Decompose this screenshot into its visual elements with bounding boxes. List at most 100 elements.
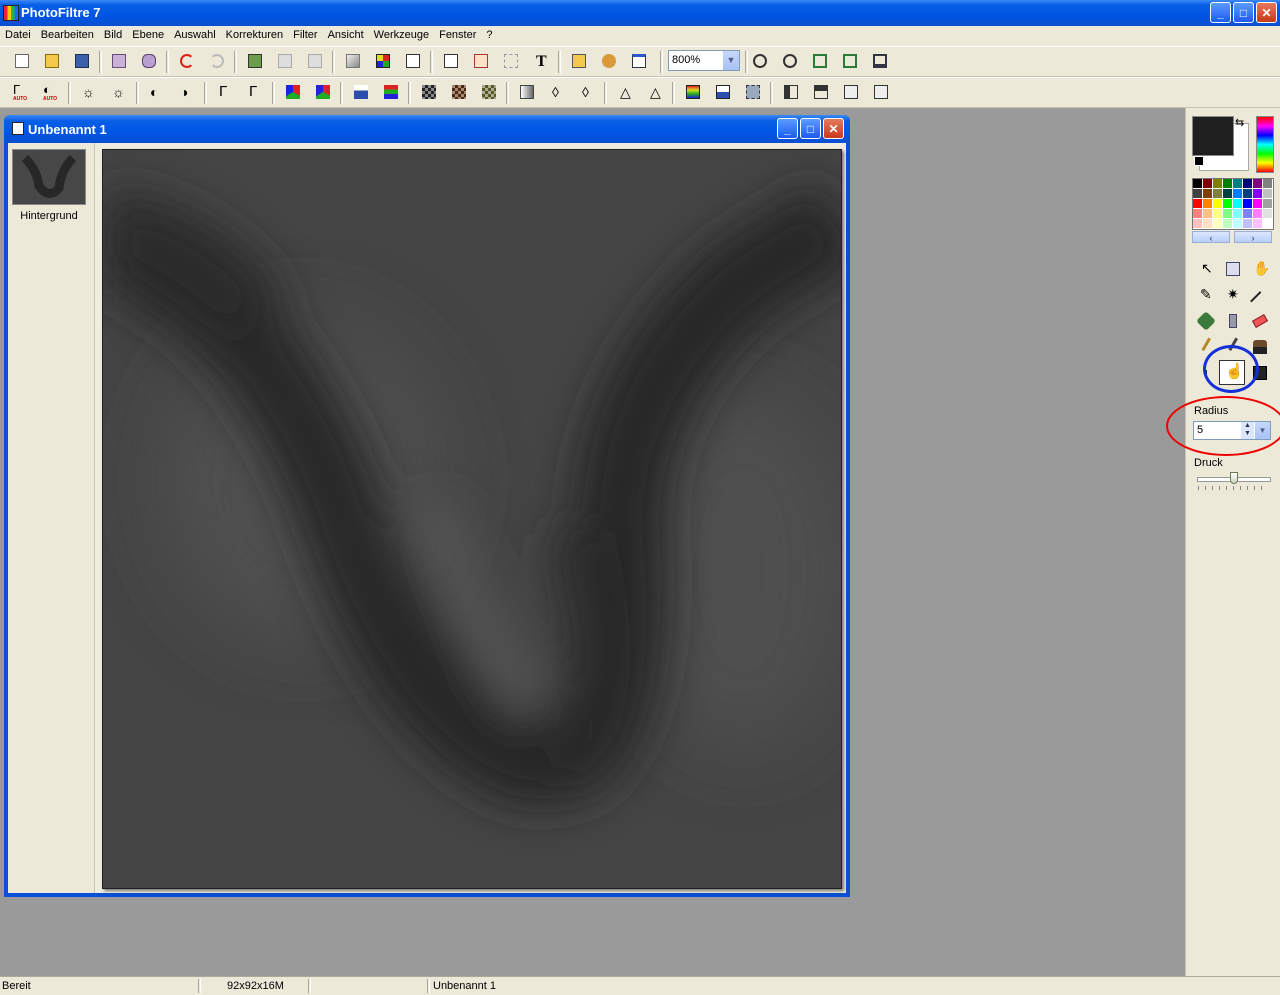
layer-thumbnail[interactable] <box>12 149 86 205</box>
doc-minimize-button[interactable]: _ <box>777 118 798 139</box>
palette-swatch[interactable] <box>1213 179 1223 189</box>
layer-select-tool-button[interactable] <box>1222 258 1244 280</box>
undo-button[interactable] <box>176 51 198 73</box>
palette-swatch[interactable] <box>1253 209 1263 219</box>
rotate-right-button[interactable] <box>870 82 892 104</box>
swap-colors-icon[interactable]: ⇆ <box>1235 116 1247 129</box>
color-balance-button[interactable] <box>380 82 402 104</box>
close-button[interactable]: ✕ <box>1256 2 1277 23</box>
palette-swatch[interactable] <box>1203 179 1213 189</box>
brightness-up-button[interactable]: ☼ <box>108 82 130 104</box>
palette-swatch[interactable] <box>1233 189 1243 199</box>
menu-ebene[interactable]: Ebene <box>127 26 169 41</box>
saturation-down-button[interactable] <box>282 82 304 104</box>
open-file-button[interactable] <box>41 51 63 73</box>
palette-swatch[interactable] <box>1243 209 1253 219</box>
palette-swatch[interactable] <box>1223 189 1233 199</box>
palette-swatch[interactable] <box>1243 199 1253 209</box>
gradient-filter-button[interactable] <box>682 82 704 104</box>
palette-swatch[interactable] <box>1233 179 1243 189</box>
histogram-button[interactable] <box>350 82 372 104</box>
menu-datei[interactable]: Datei <box>0 26 36 41</box>
sharpen-more-button[interactable]: △ <box>644 82 666 104</box>
eyedropper-tool-button[interactable]: ✎ <box>1195 284 1217 306</box>
spray-tool-button[interactable] <box>1222 310 1244 332</box>
palette-swatch[interactable] <box>1203 219 1213 229</box>
fade-button[interactable] <box>516 82 538 104</box>
fullscreen-button[interactable] <box>869 51 891 73</box>
print-button[interactable] <box>108 51 130 73</box>
hand-tool-button[interactable]: ✋ <box>1249 258 1271 280</box>
image-canvas[interactable] <box>97 149 865 889</box>
plugins-button[interactable] <box>598 51 620 73</box>
palette-swatch[interactable] <box>1243 189 1253 199</box>
palette-swatch[interactable] <box>1253 189 1263 199</box>
palette-swatch[interactable] <box>1243 219 1253 229</box>
zoom-out-button[interactable] <box>779 51 801 73</box>
pattern-button-1[interactable] <box>418 82 440 104</box>
paste-image-button[interactable] <box>304 51 326 73</box>
zoom-level-select[interactable]: 800% ▼ <box>668 50 740 71</box>
fill-tool-button[interactable] <box>1195 310 1217 332</box>
pattern-button-3[interactable] <box>478 82 500 104</box>
palette-swatch[interactable] <box>1193 189 1203 199</box>
new-file-button[interactable] <box>11 51 33 73</box>
flip-vertical-button[interactable] <box>810 82 832 104</box>
color-grid-button[interactable] <box>372 51 394 73</box>
texture-button[interactable] <box>742 82 764 104</box>
menu-werkzeuge[interactable]: Werkzeuge <box>369 26 434 41</box>
save-button[interactable] <box>71 51 93 73</box>
gradient-button[interactable] <box>342 51 364 73</box>
reset-colors-icon[interactable] <box>1194 156 1204 166</box>
text-tool-button[interactable]: T <box>530 51 552 73</box>
contrast-up-button[interactable]: ◑ <box>176 82 198 104</box>
palette-swatch[interactable] <box>1203 189 1213 199</box>
chevron-down-icon[interactable]: ▼ <box>723 51 739 70</box>
palette-swatch[interactable] <box>1223 219 1233 229</box>
eraser-tool-button[interactable] <box>1249 310 1271 332</box>
palette-swatch[interactable] <box>1263 189 1273 199</box>
blur-more-button[interactable]: ◊ <box>576 82 598 104</box>
crop-button[interactable] <box>500 51 522 73</box>
document-title-bar[interactable] <box>4 115 850 143</box>
palette-swatch[interactable] <box>1193 209 1203 219</box>
foreground-color-swatch[interactable] <box>1192 116 1234 156</box>
palette-swatch[interactable] <box>1263 199 1273 209</box>
palette-swatch[interactable] <box>1193 199 1203 209</box>
window-mode-button[interactable] <box>628 51 650 73</box>
palette-swatch[interactable] <box>1223 179 1233 189</box>
zoom-in-button[interactable] <box>749 51 771 73</box>
palette-swatch[interactable] <box>1233 209 1243 219</box>
menu-filter[interactable]: Filter <box>288 26 322 41</box>
auto-contrast-button[interactable]: ◐ AUTO <box>40 82 62 104</box>
fit-window-button[interactable] <box>839 51 861 73</box>
canvas-size-button[interactable] <box>470 51 492 73</box>
paste-as-image-button[interactable] <box>244 51 266 73</box>
palette-swatch[interactable] <box>1233 219 1243 229</box>
color-spectrum[interactable] <box>1256 116 1274 173</box>
magic-wand-tool-button[interactable]: ✷ <box>1222 284 1244 306</box>
pressure-slider-thumb[interactable] <box>1230 472 1238 484</box>
menu-ansicht[interactable]: Ansicht <box>323 26 369 41</box>
sharpen-button[interactable]: △ <box>614 82 636 104</box>
palette-swatch[interactable] <box>1203 209 1213 219</box>
palette-swatch[interactable] <box>1213 199 1223 209</box>
doc-close-button[interactable]: ✕ <box>823 118 844 139</box>
gamma-up-button[interactable]: Γ <box>244 82 266 104</box>
doc-maximize-button[interactable]: □ <box>800 118 821 139</box>
auto-levels-button[interactable]: Γ AUTO <box>10 82 32 104</box>
animation-button[interactable] <box>402 51 424 73</box>
maximize-button[interactable]: □ <box>1233 2 1254 23</box>
menu-korrekturen[interactable]: Korrekturen <box>221 26 288 41</box>
palette-next-button[interactable]: › <box>1234 231 1272 243</box>
copy-image-button[interactable] <box>274 51 296 73</box>
line-tool-button[interactable] <box>1249 284 1271 311</box>
palette-swatch[interactable] <box>1193 179 1203 189</box>
scan-button[interactable] <box>138 51 160 73</box>
palette-swatch[interactable] <box>1263 209 1273 219</box>
contrast-down-button[interactable]: ◐ <box>146 82 168 104</box>
palette-swatch[interactable] <box>1213 209 1223 219</box>
palette-swatch[interactable] <box>1263 179 1273 189</box>
gamma-down-button[interactable]: Γ <box>214 82 236 104</box>
palette-swatch[interactable] <box>1233 199 1243 209</box>
